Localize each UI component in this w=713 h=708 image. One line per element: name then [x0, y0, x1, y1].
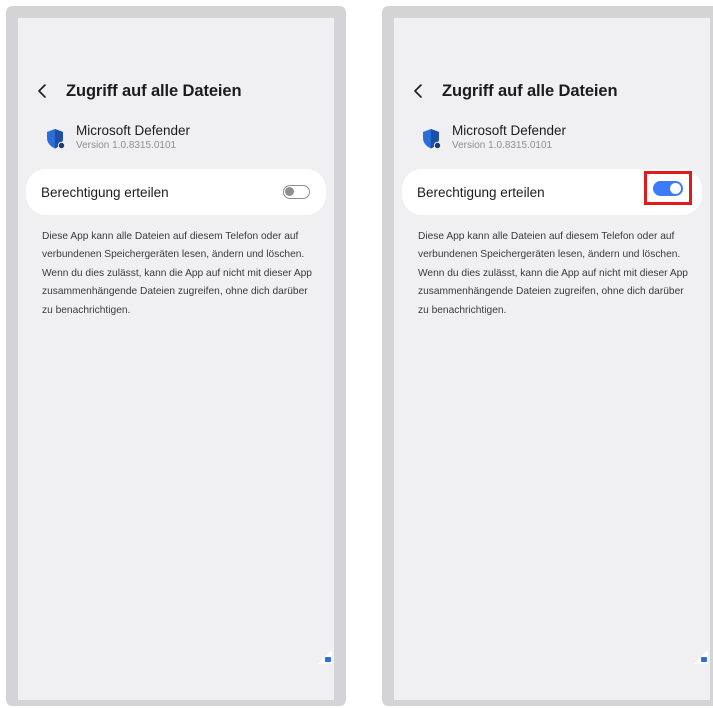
permission-description: Diese App kann alle Dateien auf diesem T…: [42, 231, 312, 316]
defender-shield-icon: [47, 129, 66, 150]
screenshot-left-permission-off: Zugriff auf alle Dateien Microsoft Defen…: [6, 6, 346, 706]
permission-row[interactable]: Berechtigung erteilen: [402, 169, 702, 215]
app-info: Microsoft Defender Version 1.0.8315.0101: [418, 122, 566, 153]
permission-label: Berechtigung erteilen: [41, 184, 169, 200]
back-chevron-icon: [414, 84, 422, 98]
permission-row[interactable]: Berechtigung erteilen: [26, 169, 326, 215]
app-info: Microsoft Defender Version 1.0.8315.0101: [42, 122, 190, 153]
toggle-knob: [285, 187, 294, 196]
screenshot-right-permission-on: Zugriff auf alle Dateien Microsoft Defen…: [382, 6, 713, 706]
page-title: Zugriff auf alle Dateien: [442, 81, 618, 100]
page-header: Zugriff auf alle Dateien: [412, 78, 618, 104]
toggle-highlight-box: [644, 171, 692, 205]
app-version: Version 1.0.8315.0101: [76, 140, 177, 151]
permission-toggle[interactable]: [283, 185, 310, 199]
settings-screen: Zugriff auf alle Dateien Microsoft Defen…: [394, 18, 710, 700]
app-version: Version 1.0.8315.0101: [452, 140, 553, 151]
floating-briefcase-icon[interactable]: [694, 650, 708, 664]
back-chevron-icon: [38, 84, 46, 98]
toggle-knob: [670, 182, 681, 194]
app-name: Microsoft Defender: [76, 123, 191, 138]
permission-description: Diese App kann alle Dateien auf diesem T…: [418, 231, 688, 316]
floating-briefcase-icon[interactable]: [318, 650, 332, 664]
permission-label: Berechtigung erteilen: [417, 184, 545, 200]
page-header: Zugriff auf alle Dateien: [36, 78, 242, 104]
back-button[interactable]: [412, 78, 438, 104]
defender-shield-icon: [423, 129, 442, 150]
back-button[interactable]: [36, 78, 62, 104]
page-title: Zugriff auf alle Dateien: [66, 81, 242, 100]
settings-screen: Zugriff auf alle Dateien Microsoft Defen…: [18, 18, 334, 700]
app-name: Microsoft Defender: [452, 123, 567, 138]
permission-toggle[interactable]: [653, 180, 683, 196]
